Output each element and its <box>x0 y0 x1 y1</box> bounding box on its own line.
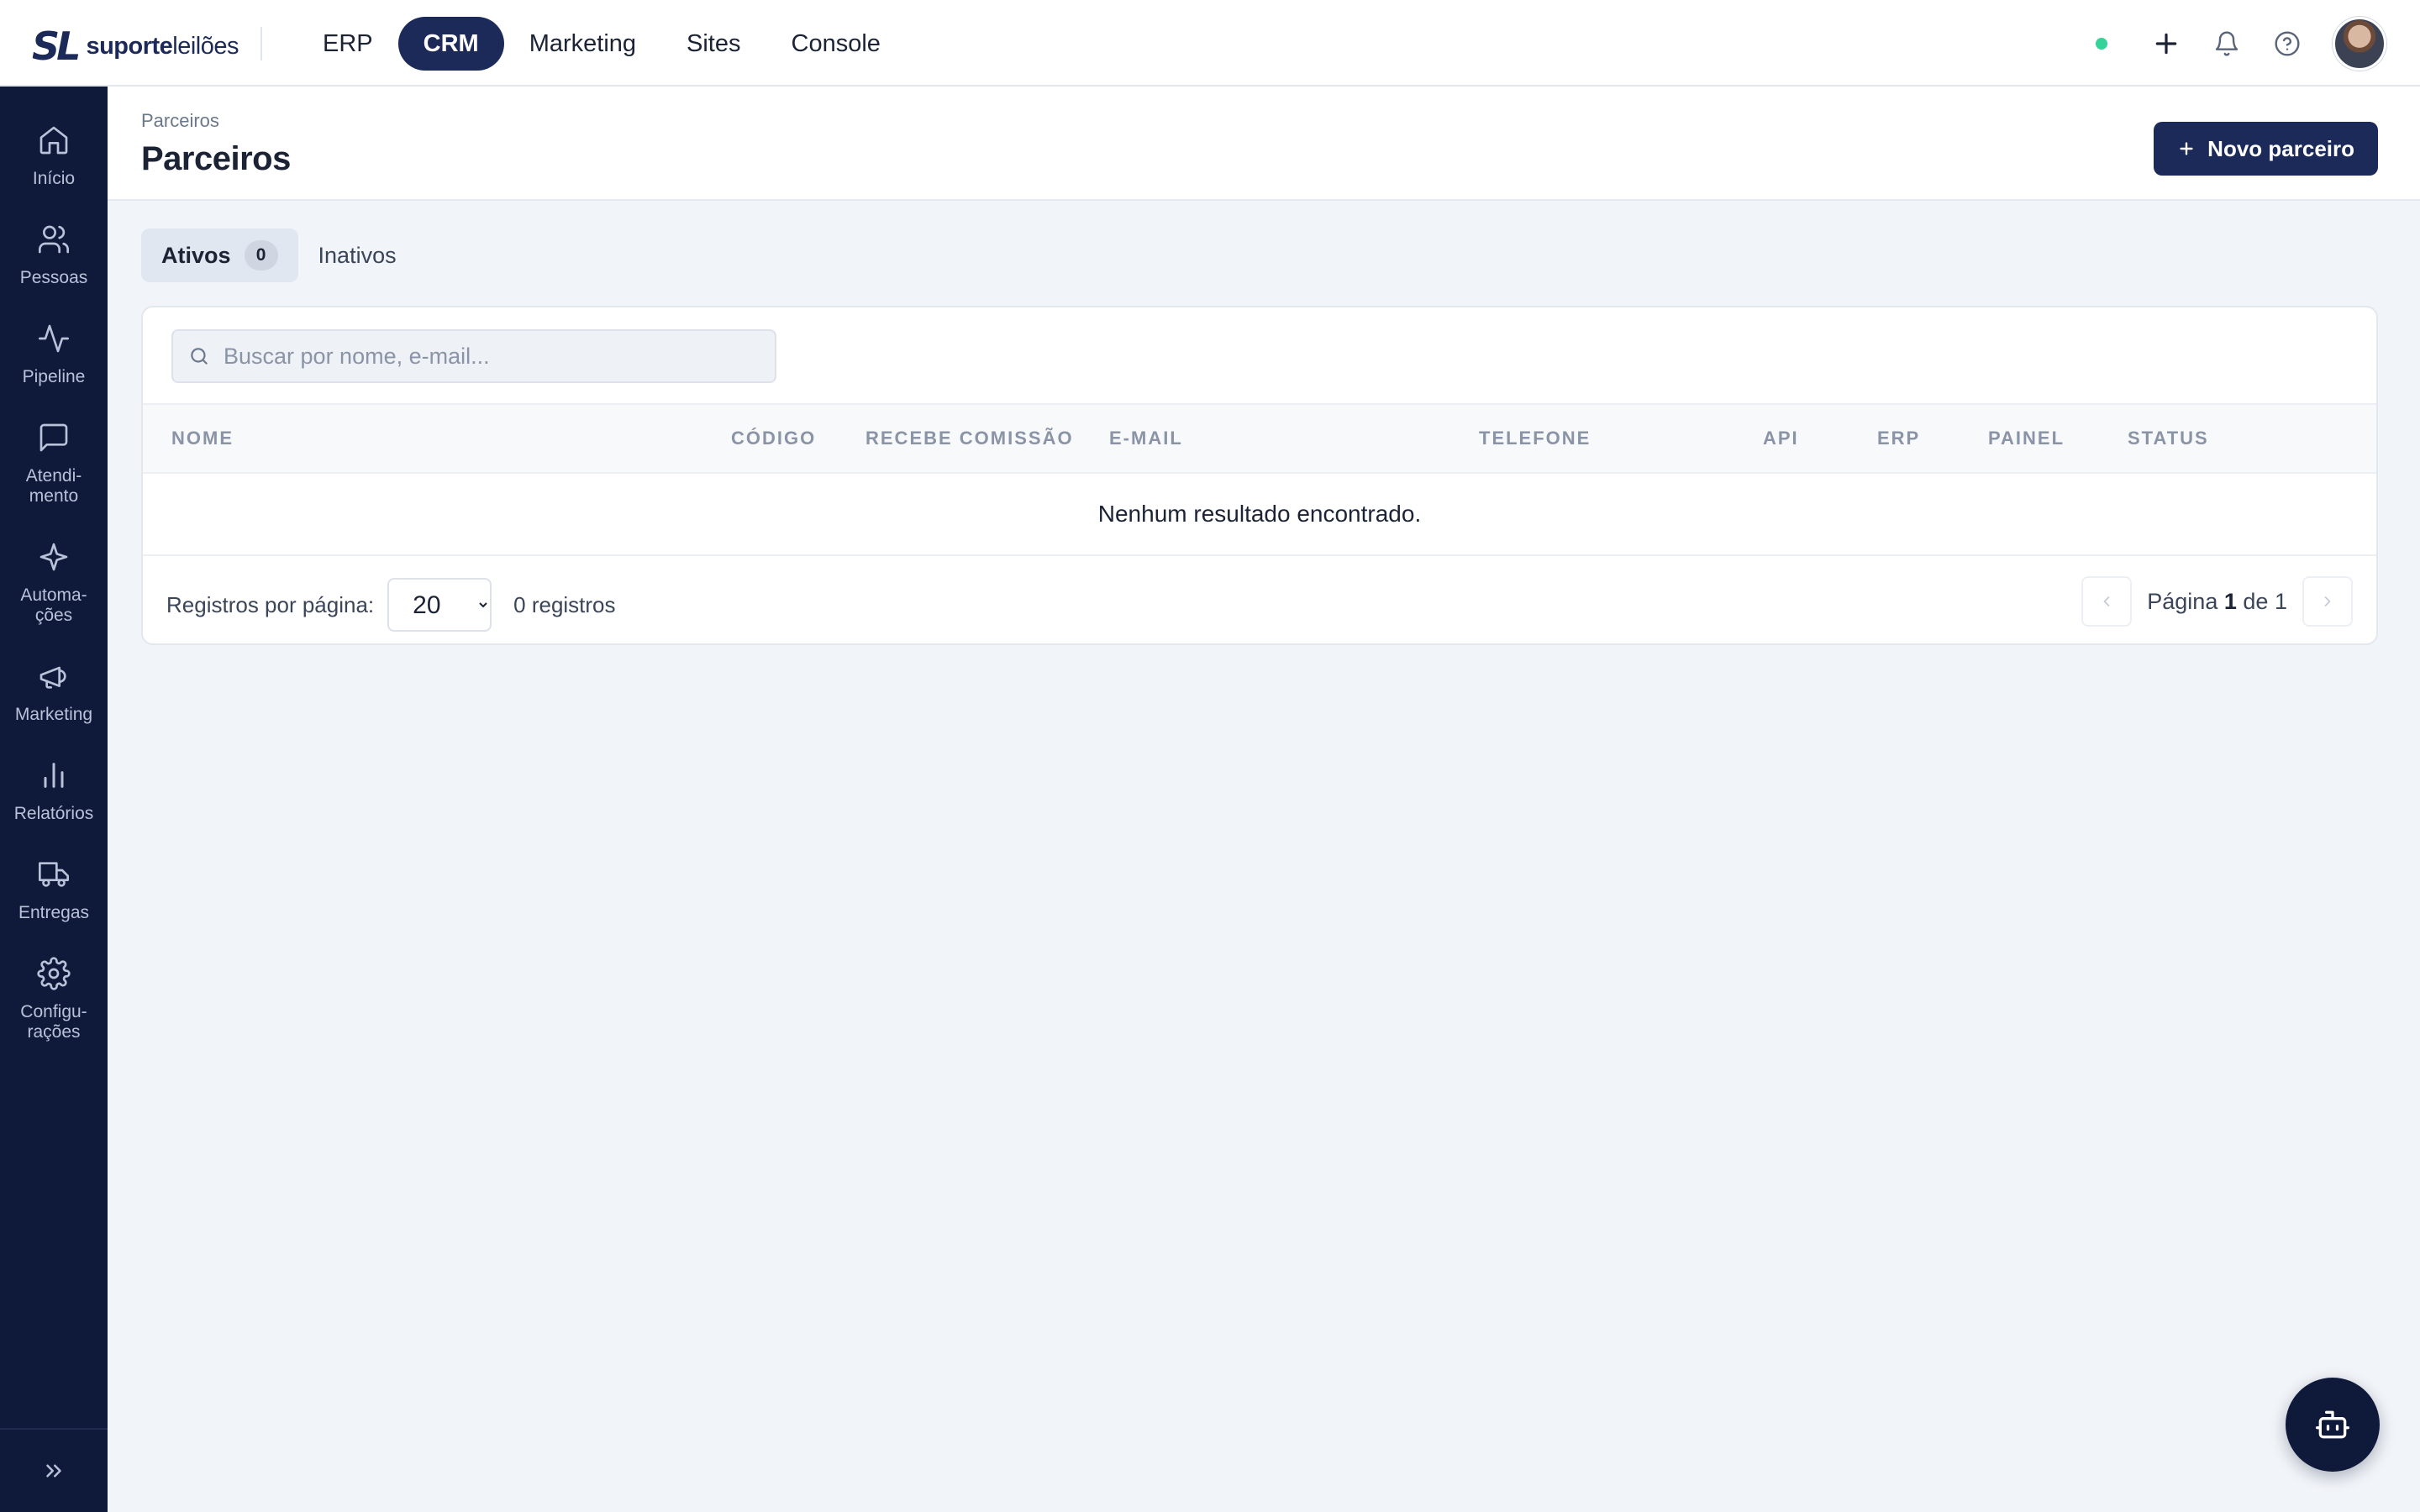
assistant-bot-button[interactable] <box>2286 1378 2380 1472</box>
brand-mark: SL <box>32 24 81 69</box>
pagination: Página 1 de 1 <box>2081 576 2353 627</box>
sidebar-item-entregas[interactable]: Entregas <box>0 824 108 923</box>
activity-icon <box>35 320 72 357</box>
per-page-select[interactable]: 20 <box>387 578 492 632</box>
search-box[interactable] <box>171 329 776 383</box>
sidebar-item-automacoes[interactable]: Automa- ções <box>0 507 108 626</box>
truck-icon <box>35 856 72 893</box>
gear-icon <box>35 955 72 992</box>
chevron-left-icon <box>2098 593 2115 610</box>
sidebar-item-label: Pipeline <box>22 367 86 386</box>
chevron-right-icon <box>2319 593 2336 610</box>
sidebar-item-pessoas[interactable]: Pessoas <box>0 189 108 288</box>
bot-icon <box>2314 1406 2351 1443</box>
sidebar-item-label: Entregas <box>18 903 90 922</box>
sidebar-item-marketing[interactable]: Marketing <box>0 626 108 725</box>
previous-page-button[interactable] <box>2081 576 2133 627</box>
partners-table-card: Nome Código Recebe comissão E-mail Telef… <box>141 306 2378 645</box>
top-actions <box>2096 17 2386 71</box>
topnav-console[interactable]: Console <box>766 17 906 71</box>
users-icon <box>35 221 72 258</box>
help-icon[interactable] <box>2269 25 2306 62</box>
user-avatar[interactable] <box>2333 17 2386 71</box>
tab-label: Inativos <box>318 242 397 268</box>
column-header-recebe-comissao[interactable]: Recebe comissão <box>865 405 1074 472</box>
topnav-marketing[interactable]: Marketing <box>504 17 661 71</box>
tab-inativos[interactable]: Inativos <box>298 228 417 282</box>
sidebar-item-label: Início <box>32 169 76 188</box>
message-icon <box>35 419 72 456</box>
column-header-nome[interactable]: Nome <box>171 405 234 472</box>
tab-ativos[interactable]: Ativos 0 <box>141 228 298 282</box>
sparkle-icon <box>35 538 72 575</box>
column-header-email[interactable]: E-mail <box>1109 405 1183 472</box>
plus-icon[interactable] <box>2148 25 2185 62</box>
sidebar-item-label: Pessoas <box>19 268 88 287</box>
bell-icon[interactable] <box>2208 25 2245 62</box>
sidebar-item-configuracoes[interactable]: Configu- rações <box>0 923 108 1042</box>
sidebar-item-label: Atendi- mento <box>25 466 82 506</box>
column-header-codigo[interactable]: Código <box>731 405 816 472</box>
logo-divider <box>260 27 262 60</box>
table-header: Nome Código Recebe comissão E-mail Telef… <box>143 403 2376 474</box>
topnav-erp[interactable]: ERP <box>297 17 398 71</box>
page-indicator: Página 1 de 1 <box>2147 588 2287 614</box>
sidebar-item-pipeline[interactable]: Pipeline <box>0 288 108 387</box>
column-header-api[interactable]: API <box>1763 405 1799 472</box>
home-icon <box>35 122 72 159</box>
sidebar-item-inicio[interactable]: Início <box>0 87 108 189</box>
sidebar-item-relatorios[interactable]: Relatórios <box>0 725 108 824</box>
online-status-dot <box>2096 38 2107 50</box>
sidebar-item-atendimento[interactable]: Atendi- mento <box>0 387 108 507</box>
column-header-telefone[interactable]: Telefone <box>1479 405 1591 472</box>
column-header-erp[interactable]: ERP <box>1877 405 1920 472</box>
per-page-label: Registros por página: <box>166 591 375 617</box>
sidebar-item-label: Configu- rações <box>20 1002 87 1042</box>
sidebar-item-label: Marketing <box>14 705 93 724</box>
new-partner-button[interactable]: Novo parceiro <box>2154 122 2378 176</box>
sidebar-item-label: Relatórios <box>13 804 94 823</box>
brand-name: suporteleilões <box>86 32 239 60</box>
column-header-painel[interactable]: Painel <box>1988 405 2065 472</box>
breadcrumb[interactable]: Parceiros <box>141 110 219 132</box>
page-header: Parceiros Parceiros Novo parceiro <box>108 87 2420 201</box>
top-nav: ERP CRM Marketing Sites Console <box>297 17 906 71</box>
table-footer: Registros por página: 20 0 registros Pág… <box>143 556 2376 643</box>
tab-label: Ativos <box>161 242 231 268</box>
sidebar: Início Pessoas Pipeline Atendi- mento Au… <box>0 87 108 1512</box>
plus-icon <box>2177 139 2196 158</box>
page-title: Parceiros <box>141 140 291 177</box>
chevrons-right-icon <box>41 1458 66 1483</box>
new-partner-label: Novo parceiro <box>2207 135 2354 161</box>
search-icon <box>188 345 210 367</box>
top-bar: SL suporteleilões ERP CRM Marketing Site… <box>0 0 2420 87</box>
bar-chart-icon <box>35 757 72 794</box>
megaphone-icon <box>35 658 72 695</box>
sidebar-expand-toggle[interactable] <box>0 1428 108 1512</box>
brand-logo[interactable]: SL suporteleilões <box>32 24 239 69</box>
records-count: 0 registros <box>513 591 616 617</box>
tab-count-badge: 0 <box>244 240 278 270</box>
column-header-status[interactable]: Status <box>2128 405 2209 472</box>
sidebar-item-label: Automa- ções <box>20 585 87 625</box>
status-tabs: Ativos 0 Inativos <box>141 228 417 282</box>
next-page-button[interactable] <box>2302 576 2353 627</box>
topnav-crm[interactable]: CRM <box>397 17 504 71</box>
topnav-sites[interactable]: Sites <box>661 17 765 71</box>
empty-state-message: Nenhum resultado encontrado. <box>143 474 2376 556</box>
per-page-control: Registros por página: 20 0 registros <box>166 578 616 632</box>
search-input[interactable] <box>224 343 761 370</box>
